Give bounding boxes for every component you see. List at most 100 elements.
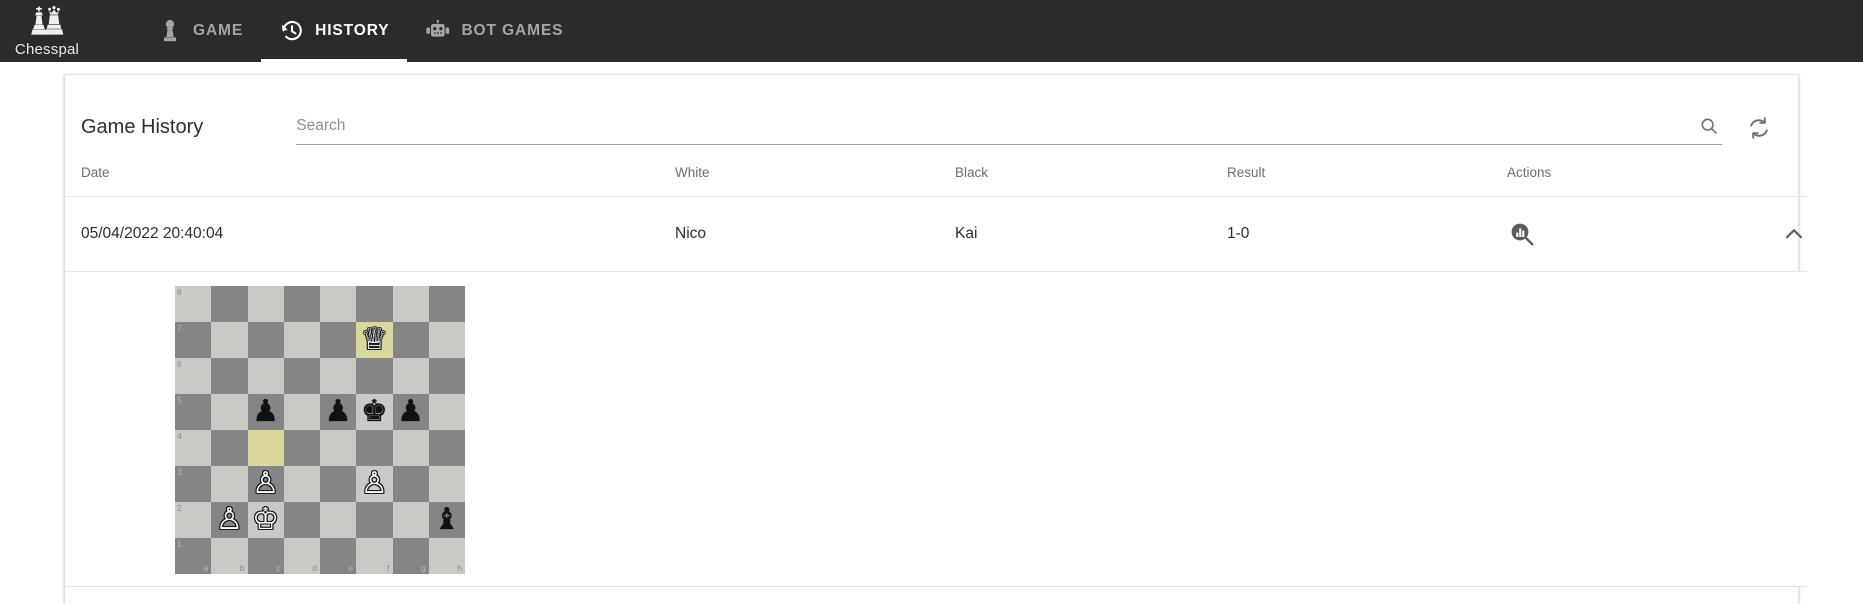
board-square-f1[interactable]: f: [356, 538, 393, 574]
board-square-e6[interactable]: [320, 358, 357, 394]
column-header-black[interactable]: Black: [955, 149, 1227, 197]
chess-board[interactable]: 8 7 ♕ 6 5 ♟ ♟ ♚ ♟ 4 3 ♙ ♙ 2 ♙ ♔ ♝ 1 a b c d e f g h: [175, 286, 465, 574]
nav-tab-bot-games[interactable]: BOT GAMES: [407, 0, 581, 62]
board-square-f4[interactable]: [356, 430, 393, 466]
analysis-magnifier-icon[interactable]: [1507, 219, 1537, 249]
board-square-g4[interactable]: [392, 430, 429, 466]
nav-tab-history[interactable]: HISTORY: [261, 0, 408, 62]
board-square-c2[interactable]: ♔: [247, 502, 284, 538]
board-square-h8[interactable]: [428, 286, 465, 322]
board-square-h5[interactable]: [428, 394, 465, 430]
board-square-f3[interactable]: ♙: [356, 466, 393, 502]
board-square-a1[interactable]: 1a: [175, 538, 212, 574]
board-square-h1[interactable]: h: [428, 538, 465, 574]
board-square-d5[interactable]: [283, 394, 320, 430]
board-square-c6[interactable]: [247, 358, 284, 394]
board-square-h3[interactable]: [428, 466, 465, 502]
piece-black-b-h2[interactable]: ♝: [433, 505, 460, 535]
cell-black: Nico: [955, 586, 1227, 604]
board-square-f5[interactable]: ♚: [356, 394, 393, 430]
board-square-b4[interactable]: [211, 430, 248, 466]
board-square-f2[interactable]: [356, 502, 393, 538]
column-header-actions[interactable]: Actions: [1507, 149, 1807, 197]
board-square-b5[interactable]: [211, 394, 248, 430]
board-square-b8[interactable]: [211, 286, 248, 322]
piece-white-p-b2[interactable]: ♙: [216, 505, 243, 535]
board-square-e4[interactable]: [320, 430, 357, 466]
board-square-d2[interactable]: [283, 502, 320, 538]
refresh-icon[interactable]: [1744, 113, 1774, 143]
column-header-white[interactable]: White: [675, 149, 955, 197]
board-square-e5[interactable]: ♟: [320, 394, 357, 430]
board-square-b7[interactable]: [211, 322, 248, 358]
game-history-table: Date White Black Result Actions 05/04/20…: [65, 149, 1807, 604]
board-square-g3[interactable]: [392, 466, 429, 502]
board-square-c3[interactable]: ♙: [247, 466, 284, 502]
board-square-a5[interactable]: 5: [175, 394, 212, 430]
board-square-g2[interactable]: [392, 502, 429, 538]
page-title: Game History: [81, 116, 204, 138]
board-square-h6[interactable]: [428, 358, 465, 394]
board-square-e3[interactable]: [320, 466, 357, 502]
board-square-d3[interactable]: [283, 466, 320, 502]
table-body: 05/04/2022 20:40:04 Nico Kai 1-0 8 7 ♕ 6…: [65, 196, 1807, 604]
column-header-date[interactable]: Date: [65, 149, 675, 197]
board-square-e7[interactable]: [320, 322, 357, 358]
board-square-c5[interactable]: ♟: [247, 394, 284, 430]
board-square-h7[interactable]: [428, 322, 465, 358]
board-square-e1[interactable]: e: [320, 538, 357, 574]
board-square-a3[interactable]: 3: [175, 466, 212, 502]
board-square-a6[interactable]: 6: [175, 358, 212, 394]
board-square-d1[interactable]: d: [283, 538, 320, 574]
board-square-a7[interactable]: 7: [175, 322, 212, 358]
board-square-b3[interactable]: [211, 466, 248, 502]
board-square-c8[interactable]: [247, 286, 284, 322]
board-square-b1[interactable]: b: [211, 538, 248, 574]
piece-black-p-c5[interactable]: ♟: [252, 397, 279, 427]
board-square-a4[interactable]: 4: [175, 430, 212, 466]
board-square-e8[interactable]: [320, 286, 357, 322]
board-square-g6[interactable]: [392, 358, 429, 394]
board-square-a8[interactable]: 8: [175, 286, 212, 322]
file-label-d: d: [312, 563, 317, 573]
board-square-d4[interactable]: [283, 430, 320, 466]
board-square-a2[interactable]: 2: [175, 502, 212, 538]
cell-result: 1-0: [1227, 196, 1507, 272]
piece-white-p-f3[interactable]: ♙: [361, 469, 388, 499]
board-square-g7[interactable]: [392, 322, 429, 358]
piece-white-q-f7[interactable]: ♕: [361, 325, 388, 355]
board-square-f8[interactable]: [356, 286, 393, 322]
board-square-f7[interactable]: ♕: [356, 322, 393, 358]
board-square-h4[interactable]: [428, 430, 465, 466]
brand-logo[interactable]: Chesspal: [0, 0, 94, 62]
board-square-d8[interactable]: [283, 286, 320, 322]
board-square-c1[interactable]: c: [247, 538, 284, 574]
piece-black-p-e5[interactable]: ♟: [325, 397, 352, 427]
board-square-b6[interactable]: [211, 358, 248, 394]
piece-white-k-c2[interactable]: ♔: [252, 505, 279, 535]
search-icon[interactable]: [1696, 113, 1722, 139]
chevron-up-icon[interactable]: [1781, 217, 1807, 251]
board-square-b2[interactable]: ♙: [211, 502, 248, 538]
board-square-f6[interactable]: [356, 358, 393, 394]
board-square-c4[interactable]: [247, 430, 284, 466]
piece-black-p-g5[interactable]: ♟: [397, 397, 424, 427]
board-square-d7[interactable]: [283, 322, 320, 358]
rank-label-4: 4: [177, 431, 182, 441]
column-header-result[interactable]: Result: [1227, 149, 1507, 197]
board-square-c7[interactable]: [247, 322, 284, 358]
board-square-d6[interactable]: [283, 358, 320, 394]
nav-tab-history-label: HISTORY: [315, 22, 390, 39]
board-square-g5[interactable]: ♟: [392, 394, 429, 430]
search-input[interactable]: [296, 117, 1690, 135]
table-row[interactable]: 05/04/2022 20:40:04 Nico Kai 1-0: [65, 196, 1807, 272]
board-square-g8[interactable]: [392, 286, 429, 322]
board-square-e2[interactable]: [320, 502, 357, 538]
nav-tab-game[interactable]: GAME: [139, 0, 261, 62]
search-area: [296, 113, 1774, 149]
table-row[interactable]: 05/04/2022 19:21:43 Kai Nico 1/2-1/2: [65, 586, 1807, 604]
piece-black-k-f5[interactable]: ♚: [361, 397, 388, 427]
board-square-g1[interactable]: g: [392, 538, 429, 574]
piece-white-p-c3[interactable]: ♙: [252, 469, 279, 499]
board-square-h2[interactable]: ♝: [428, 502, 465, 538]
